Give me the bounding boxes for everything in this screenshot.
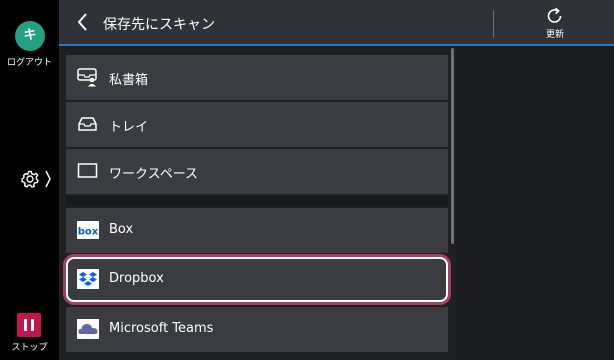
list-item-label: Box [109,222,134,237]
list-item-workspace[interactable]: ワークスペース [66,149,448,194]
list-item-label: Dropbox [109,271,164,286]
dropbox-logo-icon [77,269,99,289]
left-system-bar: キ ログアウト ストップ [0,0,59,360]
list-item-label: 私書箱 [109,73,149,88]
list-item-mailbox[interactable]: 私書箱 [66,55,448,100]
list-item-box[interactable]: box Box [66,208,448,253]
refresh-label: 更新 [545,30,564,40]
chevron-left-icon [77,13,87,31]
list-item-label: ワークスペース [109,167,199,182]
list-item-microsoft-teams[interactable]: Microsoft Teams [66,307,448,352]
mailbox-user-icon [77,68,97,87]
chevron-right-icon [45,170,51,188]
back-button[interactable] [72,10,94,34]
list-item-dropbox[interactable]: Dropbox [66,257,448,302]
header-bar: 保存先にスキャン 更新 [59,0,614,46]
page-title: 保存先にスキャン [103,17,215,33]
user-avatar[interactable]: キ [15,21,45,51]
svg-text:box: box [78,227,99,238]
stop-button[interactable] [17,313,41,337]
box-logo-icon: box [77,221,99,239]
scrollbar[interactable] [451,48,454,244]
settings-button[interactable] [18,166,58,194]
section-divider [66,196,448,205]
header-divider [493,10,494,38]
workspace-icon [77,163,98,178]
detail-panel [457,46,614,360]
gear-icon [21,170,51,188]
stop-label: ストップ [11,343,48,353]
list-item-label: トレイ [109,120,149,135]
refresh-icon [547,7,562,23]
list-item-label: Microsoft Teams [109,321,214,336]
logout-label[interactable]: ログアウト [0,55,59,68]
tray-icon [78,117,97,131]
refresh-button[interactable]: 更新 [531,6,579,42]
microsoft-teams-cloud-icon [77,319,99,339]
list-item-tray[interactable]: トレイ [66,102,448,147]
destination-list: 私書箱 トレイ ワークスペース box Box Dropbox Microsof… [59,46,455,360]
